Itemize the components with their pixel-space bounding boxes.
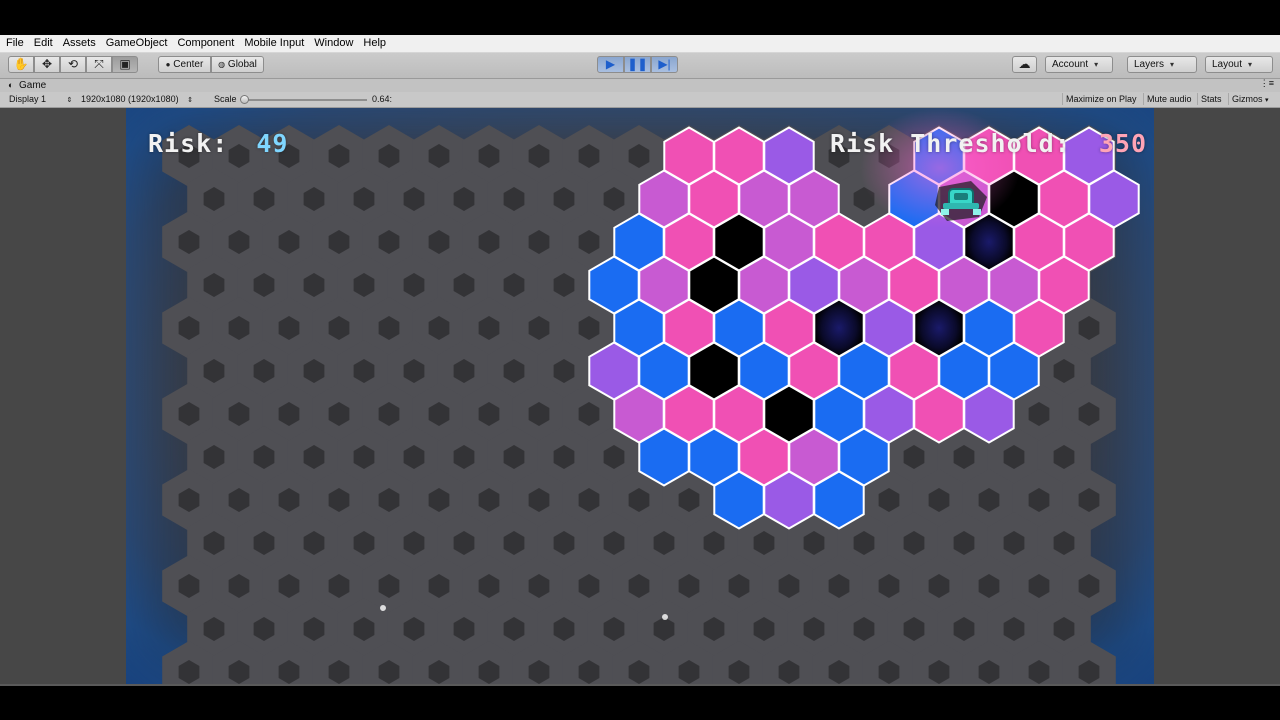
cloud-icon: ☁	[1018, 57, 1031, 71]
menu-component[interactable]: Component	[171, 35, 238, 52]
play-icon: ▶	[605, 57, 616, 71]
scale-slider-track[interactable]	[243, 99, 367, 101]
globe-icon: ◍	[218, 60, 226, 69]
play-button[interactable]: ▶	[597, 56, 624, 73]
move-icon: ✥	[41, 57, 53, 71]
game-view-controls: Display 1 ⇕ 1920x1080 (1920x1080) ⇕ Scal…	[0, 92, 1280, 108]
pivot-center-button[interactable]: ● Center	[158, 56, 211, 73]
space-global-button[interactable]: ◍ Global	[211, 56, 264, 73]
resolution-dropdown[interactable]: 1920x1080 (1920x1080) ⇕	[81, 94, 193, 104]
step-button[interactable]: ▶|	[651, 56, 678, 73]
scale-slider-thumb[interactable]	[240, 95, 249, 104]
pivot-icon: ●	[165, 60, 171, 69]
account-label: Account	[1052, 59, 1089, 70]
layers-label: Layers	[1134, 59, 1165, 70]
menu-assets[interactable]: Assets	[57, 35, 100, 52]
rect-icon: ▣	[119, 57, 131, 71]
menu-mobile-input[interactable]: Mobile Input	[238, 35, 308, 52]
game-canvas[interactable]: Risk: 49 Risk Threshold: 350	[126, 108, 1154, 684]
editor-bottom-edge	[0, 684, 1280, 686]
menu-file[interactable]: File	[0, 35, 28, 52]
scale-tool-button[interactable]: ⤧	[86, 56, 112, 73]
hand-icon: ✋	[13, 57, 29, 71]
risk-threshold-value: 350	[1098, 129, 1147, 158]
rect-tool-button[interactable]: ▣	[112, 56, 138, 73]
move-tool-button[interactable]: ✥	[34, 56, 60, 73]
account-dropdown[interactable]: Account	[1045, 56, 1113, 73]
space-label: Global	[227, 59, 257, 70]
cloud-button[interactable]: ☁	[1012, 56, 1037, 73]
menu-help[interactable]: Help	[357, 35, 390, 52]
rotate-tool-button[interactable]: ⟲	[60, 56, 86, 73]
risk-threshold-label: Risk Threshold:	[830, 129, 1071, 158]
hex-board[interactable]	[126, 108, 1154, 684]
pause-button[interactable]: ❚❚	[624, 56, 651, 73]
risk-threshold-hud: Risk Threshold: 350	[830, 129, 1147, 158]
menu-bar: File Edit Assets GameObject Component Mobile …	[0, 35, 1280, 53]
hand-tool-button[interactable]: ✋	[8, 56, 34, 73]
toolbar: ✋ ✥ ⟲ ⤧ ▣ ● Center ◍ Global ▶ ❚❚ ▶| ☁ Ac…	[0, 53, 1280, 79]
maximize-on-play-toggle[interactable]: Maximize on Play	[1062, 93, 1140, 105]
stats-toggle[interactable]: Stats	[1197, 93, 1225, 105]
mute-audio-toggle[interactable]: Mute audio	[1143, 93, 1195, 105]
game-tab-icon: ◐	[8, 80, 14, 90]
pause-icon: ❚❚	[627, 57, 648, 71]
display-dropdown[interactable]: Display 1 ⇕	[9, 94, 72, 104]
risk-value: 49	[256, 129, 289, 158]
rotate-icon: ⟲	[67, 57, 79, 71]
layout-dropdown[interactable]: Layout	[1205, 56, 1273, 73]
menu-edit[interactable]: Edit	[28, 35, 57, 52]
scale-icon: ⤧	[94, 57, 104, 71]
risk-hud: Risk: 49	[148, 129, 288, 158]
layout-label: Layout	[1212, 59, 1243, 70]
risk-label: Risk:	[148, 129, 229, 158]
star-sparkle	[662, 614, 668, 620]
star-sparkle	[380, 605, 386, 611]
scale-label: Scale	[214, 94, 237, 104]
pivot-label: Center	[173, 59, 204, 70]
game-tab-bar: ◐ Game ⋮≡	[0, 78, 1280, 92]
menu-gameobject[interactable]: GameObject	[100, 35, 172, 52]
layers-dropdown[interactable]: Layers	[1127, 56, 1197, 73]
step-icon: ▶|	[658, 57, 671, 71]
scale-value: 0.64:	[372, 94, 393, 104]
menu-window[interactable]: Window	[308, 35, 357, 52]
game-tab[interactable]: Game	[19, 79, 46, 92]
tab-menu-icon[interactable]: ⋮≡	[1260, 78, 1274, 89]
gizmos-dropdown[interactable]: Gizmos ▾	[1228, 93, 1272, 105]
